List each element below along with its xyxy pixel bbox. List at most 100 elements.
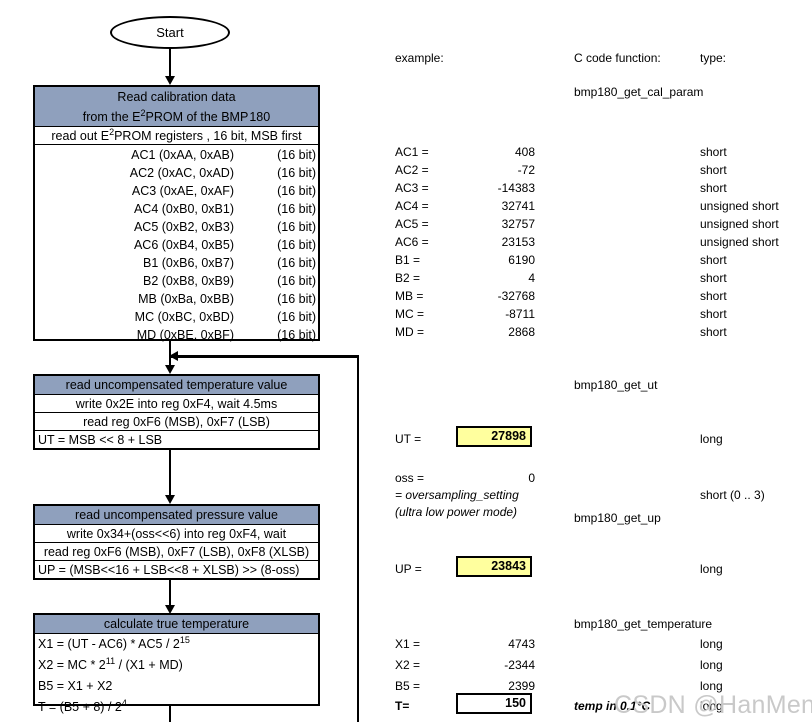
t-label: T=	[395, 699, 410, 713]
oss-type: short (0 .. 3)	[700, 488, 765, 502]
function-name-get-temperature: bmp180_get_temperature	[574, 617, 713, 631]
register-bits: (16 bit)	[277, 310, 316, 324]
example-label: AC1 =	[395, 145, 429, 159]
example-type: unsigned short	[700, 235, 779, 249]
example-type: short	[700, 271, 727, 285]
example-label: B5 =	[395, 679, 421, 693]
function-name-get-up: bmp180_get_up	[574, 511, 661, 525]
example-label: B1 =	[395, 253, 421, 267]
temperature-read-step-2: read reg 0xF6 (MSB), 0xF7 (LSB)	[35, 413, 318, 431]
list-item: MB (0xBa, 0xBB) (16 bit)	[35, 290, 318, 308]
register-name: AC4 (0xB0, 0xB1)	[133, 202, 234, 216]
calibration-header: Read calibration data from the E2PROM of…	[35, 87, 318, 127]
register-bits: (16 bit)	[277, 292, 316, 306]
start-node: Start	[110, 16, 230, 49]
example-label: AC4 =	[395, 199, 429, 213]
oss-note-oversampling-setting: = oversampling_setting	[395, 488, 519, 502]
example-value: 2399	[508, 679, 535, 693]
list-item: AC4 (0xB0, 0xB1) (16 bit)	[35, 200, 318, 218]
ut-label: UT =	[395, 432, 422, 446]
register-name: MD (0xBE, 0xBF)	[136, 328, 234, 342]
arrow-calibration-to-temperature	[165, 365, 175, 374]
up-type: long	[700, 562, 723, 576]
example-label: B2 =	[395, 271, 421, 285]
register-bits: (16 bit)	[277, 166, 316, 180]
example-value: -32768	[497, 289, 535, 303]
temperature-read-result: UT = MSB << 8 + LSB	[38, 433, 163, 447]
register-name: B1 (0xB6, 0xB7)	[142, 256, 234, 270]
formula-b5: B5 = X1 + X2	[35, 676, 318, 697]
register-bits: (16 bit)	[277, 238, 316, 252]
example-type: unsigned short	[700, 217, 779, 231]
example-label: X2 =	[395, 658, 421, 672]
up-value: 23843	[491, 559, 526, 573]
formula-x2-rhs: / (X1 + MD)	[115, 658, 183, 672]
example-value: 408	[514, 145, 535, 159]
list-item: B1 (0xB6, 0xB7) (16 bit)	[35, 254, 318, 272]
formula-x2-lhs: X2 = MC * 2	[38, 658, 106, 672]
formula-x2: X2 = MC * 211 / (X1 + MD)	[35, 655, 318, 676]
calc-temperature-header: calculate true temperature	[35, 615, 318, 634]
loop-line-vertical	[357, 355, 359, 722]
example-label: AC2 =	[395, 163, 429, 177]
register-bits: (16 bit)	[277, 148, 316, 162]
example-label: AC3 =	[395, 181, 429, 195]
block-read-calibration-data: Read calibration data from the E2PROM of…	[33, 85, 320, 342]
formula-t: T = (B5 + 8) / 24	[35, 697, 318, 718]
oss-note-power-mode: (ultra low power mode)	[395, 505, 518, 519]
list-item: MD (0xBE, 0xBF) (16 bit)	[35, 326, 318, 344]
example-value: 4743	[508, 637, 535, 651]
oss-value: 0	[528, 471, 535, 485]
up-value-box: 23843	[456, 556, 532, 577]
example-value: 2868	[508, 325, 535, 339]
formula-x1-lhs: X1 = (UT - AC6) * AC5 / 2	[38, 637, 180, 651]
example-value: -8711	[505, 307, 535, 321]
register-name: AC2 (0xAC, 0xAD)	[129, 166, 234, 180]
ut-value-box: 27898	[456, 426, 532, 447]
register-name: AC5 (0xB2, 0xB3)	[133, 220, 234, 234]
pressure-read-result: UP = (MSB<<16 + LSB<<8 + XLSB) >> (8-oss…	[38, 563, 300, 577]
example-type: short	[700, 181, 727, 195]
example-type: short	[700, 307, 727, 321]
arrow-temperature-to-pressure	[165, 495, 175, 504]
register-bits: (16 bit)	[277, 202, 316, 216]
register-bits: (16 bit)	[277, 220, 316, 234]
formula-t-lhs: T = (B5 + 8) / 2	[38, 700, 122, 714]
list-item: AC2 (0xAC, 0xAD) (16 bit)	[35, 164, 318, 182]
list-item: AC3 (0xAE, 0xAF) (16 bit)	[35, 182, 318, 200]
example-value: 32757	[501, 217, 535, 231]
calibration-register-list: AC1 (0xAA, 0xAB) (16 bit) AC2 (0xAC, 0xA…	[35, 145, 318, 346]
example-value: 32741	[501, 199, 535, 213]
example-type: long	[700, 658, 723, 672]
column-header-c-code-function: C code function:	[574, 51, 661, 65]
list-item: AC5 (0xB2, 0xB3) (16 bit)	[35, 218, 318, 236]
column-header-type: type:	[700, 51, 727, 65]
block-read-uncompensated-pressure: read uncompensated pressure value write …	[33, 504, 320, 580]
example-label: AC6 =	[395, 235, 429, 249]
formula-t-exponent: 4	[121, 697, 127, 708]
arrow-loop-return	[169, 351, 178, 361]
example-value: 6190	[508, 253, 535, 267]
function-name-get-cal-param: bmp180_get_cal_param	[574, 85, 704, 99]
register-bits: (16 bit)	[277, 274, 316, 288]
register-name: AC6 (0xB4, 0xB5)	[133, 238, 234, 252]
pressure-read-step-2: read reg 0xF6 (MSB), 0xF7 (LSB), 0xF8 (X…	[35, 543, 318, 561]
formula-x2-exponent: 11	[105, 655, 116, 666]
pressure-read-step-1: write 0x34+(oss<<6) into reg 0xF4, wait	[35, 525, 318, 543]
calibration-subtitle: read out E2PROM registers , 16 bit, MSB …	[35, 127, 318, 145]
connector-start-to-calibration	[169, 49, 171, 79]
register-bits: (16 bit)	[277, 256, 316, 270]
example-label: MD =	[395, 325, 425, 339]
arrow-start-to-calibration	[165, 76, 175, 85]
t-value-box: 150	[456, 693, 532, 714]
list-item: MC (0xBC, 0xBD) (16 bit)	[35, 308, 318, 326]
example-type: unsigned short	[700, 199, 779, 213]
t-value: 150	[505, 696, 526, 710]
example-type: short	[700, 163, 727, 177]
register-bits: (16 bit)	[277, 328, 316, 342]
example-label: X1 =	[395, 637, 421, 651]
loop-line-horizontal-top	[169, 355, 359, 358]
connector-calc-temperature-down	[169, 706, 171, 722]
oss-label: oss =	[395, 471, 425, 485]
example-type: short	[700, 253, 727, 267]
